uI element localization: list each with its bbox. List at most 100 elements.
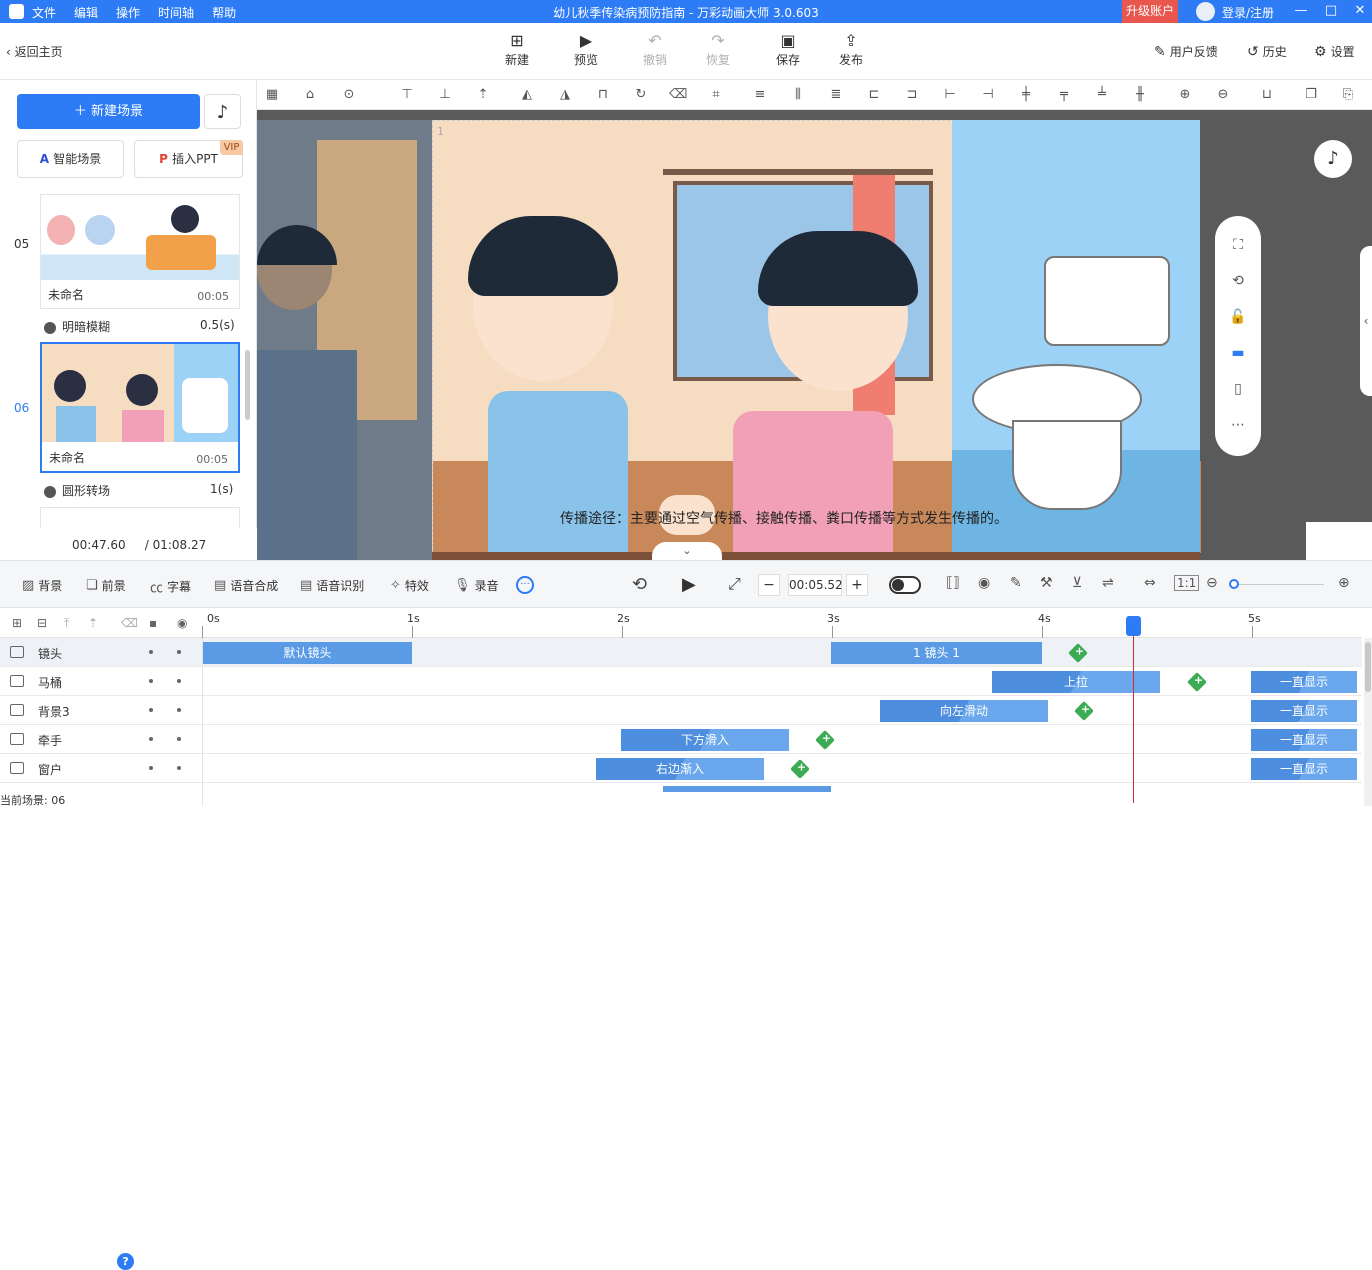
preview-button[interactable]: ▶ 预览 xyxy=(560,31,612,68)
flip-horizontal-icon[interactable]: ◭ xyxy=(518,86,536,104)
clip-always-show[interactable]: 一直显示 xyxy=(1251,758,1357,780)
visible-dot[interactable] xyxy=(177,766,181,770)
clip-always-show[interactable]: 一直显示 xyxy=(1251,671,1357,693)
clip-camera-1[interactable]: 1 镜头 1 xyxy=(831,642,1042,664)
redo-button[interactable]: ↷ 恢复 xyxy=(692,31,744,68)
align-right-icon[interactable]: ≣ xyxy=(827,86,845,104)
split-icon[interactable]: ⟦⟧ xyxy=(946,575,960,591)
publish-button[interactable]: ⇪ 发布 xyxy=(825,31,877,68)
floating-music-button[interactable]: ♪ xyxy=(1314,140,1352,178)
home-icon[interactable]: ⌂ xyxy=(301,86,319,104)
edit-icon[interactable]: ✎ xyxy=(1010,575,1022,591)
new-folder-icon[interactable]: ⊟ xyxy=(37,616,47,630)
transition-06[interactable]: 圆形转场 xyxy=(44,482,110,499)
more-tools-icon[interactable]: ··· xyxy=(516,576,534,594)
timeline-scrollbar[interactable] xyxy=(1364,638,1372,806)
crop-icon[interactable]: ⌗ xyxy=(707,86,725,104)
smart-scene-button[interactable]: A 智能场景 xyxy=(17,140,124,178)
wand-icon[interactable]: ⚒ xyxy=(1040,575,1053,591)
more-circle-icon[interactable]: ⊙ xyxy=(340,86,358,104)
align-left-edge-icon[interactable]: ⊢ xyxy=(941,86,959,104)
flip-vertical-icon[interactable]: ◮ xyxy=(556,86,574,104)
visible-dot[interactable] xyxy=(177,737,181,741)
minimap-thumbnail[interactable] xyxy=(1306,522,1372,560)
scene-card-05[interactable]: 未命名 00:05 xyxy=(40,194,240,309)
login-link[interactable]: 登录/注册 xyxy=(1222,4,1274,21)
lock-dot[interactable] xyxy=(149,679,153,683)
clip-always-show[interactable]: 一直显示 xyxy=(1251,700,1357,722)
clip-fade-in-right[interactable]: 右边渐入 xyxy=(596,758,764,780)
add-keyframe-icon[interactable] xyxy=(1068,643,1088,663)
playhead-handle[interactable] xyxy=(1126,616,1141,636)
subtitle-tool[interactable]: ㏄字幕 xyxy=(150,577,191,596)
lock-dot[interactable] xyxy=(149,650,153,654)
toggle-switch[interactable] xyxy=(889,576,921,594)
lock-icon[interactable]: 🔓 xyxy=(1227,306,1249,328)
align-left-icon[interactable]: ≡ xyxy=(751,86,769,104)
timeline-ruler[interactable]: 0s 1s 2s 3s 4s 5s xyxy=(202,608,1362,638)
scene-list-scrollbar[interactable] xyxy=(245,350,250,420)
align-right-edge-icon[interactable]: ⊣ xyxy=(979,86,997,104)
align-bottom-edge-icon[interactable]: ╧ xyxy=(1093,86,1111,104)
camera-icon[interactable]: ◉ xyxy=(978,575,990,591)
collapse-chevron-icon[interactable]: ⌄ xyxy=(652,542,722,560)
time-minus-button[interactable]: − xyxy=(758,574,780,596)
lock-icon[interactable]: ▪ xyxy=(149,616,157,630)
upgrade-button[interactable]: 升级账户 xyxy=(1122,0,1178,23)
new-button[interactable]: ⊞ 新建 xyxy=(491,31,543,68)
play-icon[interactable]: ▶ xyxy=(682,574,696,595)
ruler-icon[interactable]: ▦ xyxy=(263,86,281,104)
fullscreen-icon[interactable]: ⤢ xyxy=(728,574,741,594)
more-icon[interactable]: ⋯ xyxy=(1227,414,1249,436)
add-keyframe-icon[interactable] xyxy=(790,759,810,779)
avatar[interactable] xyxy=(1196,2,1215,21)
transition-duration[interactable]: 1(s) xyxy=(210,482,233,496)
clip-always-show[interactable]: 一直显示 xyxy=(1251,729,1357,751)
zoom-out-icon[interactable]: ⊖ xyxy=(1206,575,1218,591)
transition-duration[interactable]: 0.5(s) xyxy=(200,318,235,332)
bathroom-background[interactable] xyxy=(952,120,1200,552)
move-up-icon[interactable]: ⇡ xyxy=(474,86,492,104)
background-tool[interactable]: ▨ 背景 xyxy=(22,577,62,594)
replay-icon[interactable]: ⟲ xyxy=(632,574,647,595)
zoom-in-icon[interactable]: ⊕ xyxy=(1176,86,1194,104)
lock-dot[interactable] xyxy=(149,737,153,741)
fit-screen-icon[interactable]: ⛶ xyxy=(1227,234,1249,256)
add-keyframe-icon[interactable] xyxy=(1074,701,1094,721)
back-home-link[interactable]: ‹ 返回主页 xyxy=(6,43,63,60)
zoom-slider-track[interactable] xyxy=(1230,584,1324,585)
move-up-icon[interactable]: ⇡ xyxy=(88,616,98,630)
music-button[interactable]: ♪ xyxy=(204,94,241,129)
align-bottom-icon[interactable]: ⊥ xyxy=(436,86,454,104)
copy-icon[interactable]: ❐ xyxy=(1302,86,1320,104)
canvas-area[interactable]: 1 传播途径：主要通过空气传播、接触传播、粪口传播等方式发生传播的。 ⌄ ♪ ⛶… xyxy=(257,80,1372,560)
zoom-in-icon[interactable]: ⊕ xyxy=(1338,575,1350,591)
foreground-tool[interactable]: ❏ 前景 xyxy=(86,577,126,594)
maximize-button[interactable]: □ xyxy=(1323,3,1339,19)
timeline-row-toilet[interactable]: 马桶 上拉 一直显示 xyxy=(0,667,1362,696)
distribute-v-icon[interactable]: ⊐ xyxy=(903,86,921,104)
expand-panel-chevron-icon[interactable]: ‹ xyxy=(1360,246,1372,396)
save-button[interactable]: ▣ 保存 xyxy=(762,31,814,68)
eye-icon[interactable]: ◉ xyxy=(177,616,187,630)
scene-card-06[interactable]: 未命名 00:05 xyxy=(40,342,240,473)
rotate-icon[interactable]: ↻ xyxy=(632,86,650,104)
one-to-one-icon[interactable]: 1:1 xyxy=(1174,575,1200,591)
clip-slide-left[interactable]: 向左滑动 xyxy=(880,700,1048,722)
lock-icon[interactable]: ⊓ xyxy=(594,86,612,104)
zoom-slider-handle[interactable] xyxy=(1229,579,1239,589)
add-folder-icon[interactable]: ⊞ xyxy=(12,616,22,630)
phone-icon[interactable]: ▯ xyxy=(1227,378,1249,400)
clip-slide-in-bottom[interactable]: 下方滑入 xyxy=(621,729,789,751)
align-vcenter-icon[interactable]: ╫ xyxy=(1131,86,1149,104)
close-button[interactable]: ✕ xyxy=(1352,3,1368,19)
feedback-button[interactable]: ✎ 用户反馈 xyxy=(1154,43,1218,60)
delete-icon[interactable]: ⌫ xyxy=(669,86,687,104)
align-top-edge-icon[interactable]: ╤ xyxy=(1055,86,1073,104)
tts-tool[interactable]: ▤ 语音合成 xyxy=(214,577,278,594)
record-tool[interactable]: 🎙 录音 xyxy=(454,577,499,594)
screen-icon[interactable]: ▬ xyxy=(1227,342,1249,364)
subtitle-text[interactable]: 传播途径：主要通过空气传播、接触传播、粪口传播等方式发生传播的。 xyxy=(560,508,1008,528)
lock-dot[interactable] xyxy=(149,708,153,712)
visible-dot[interactable] xyxy=(177,708,181,712)
